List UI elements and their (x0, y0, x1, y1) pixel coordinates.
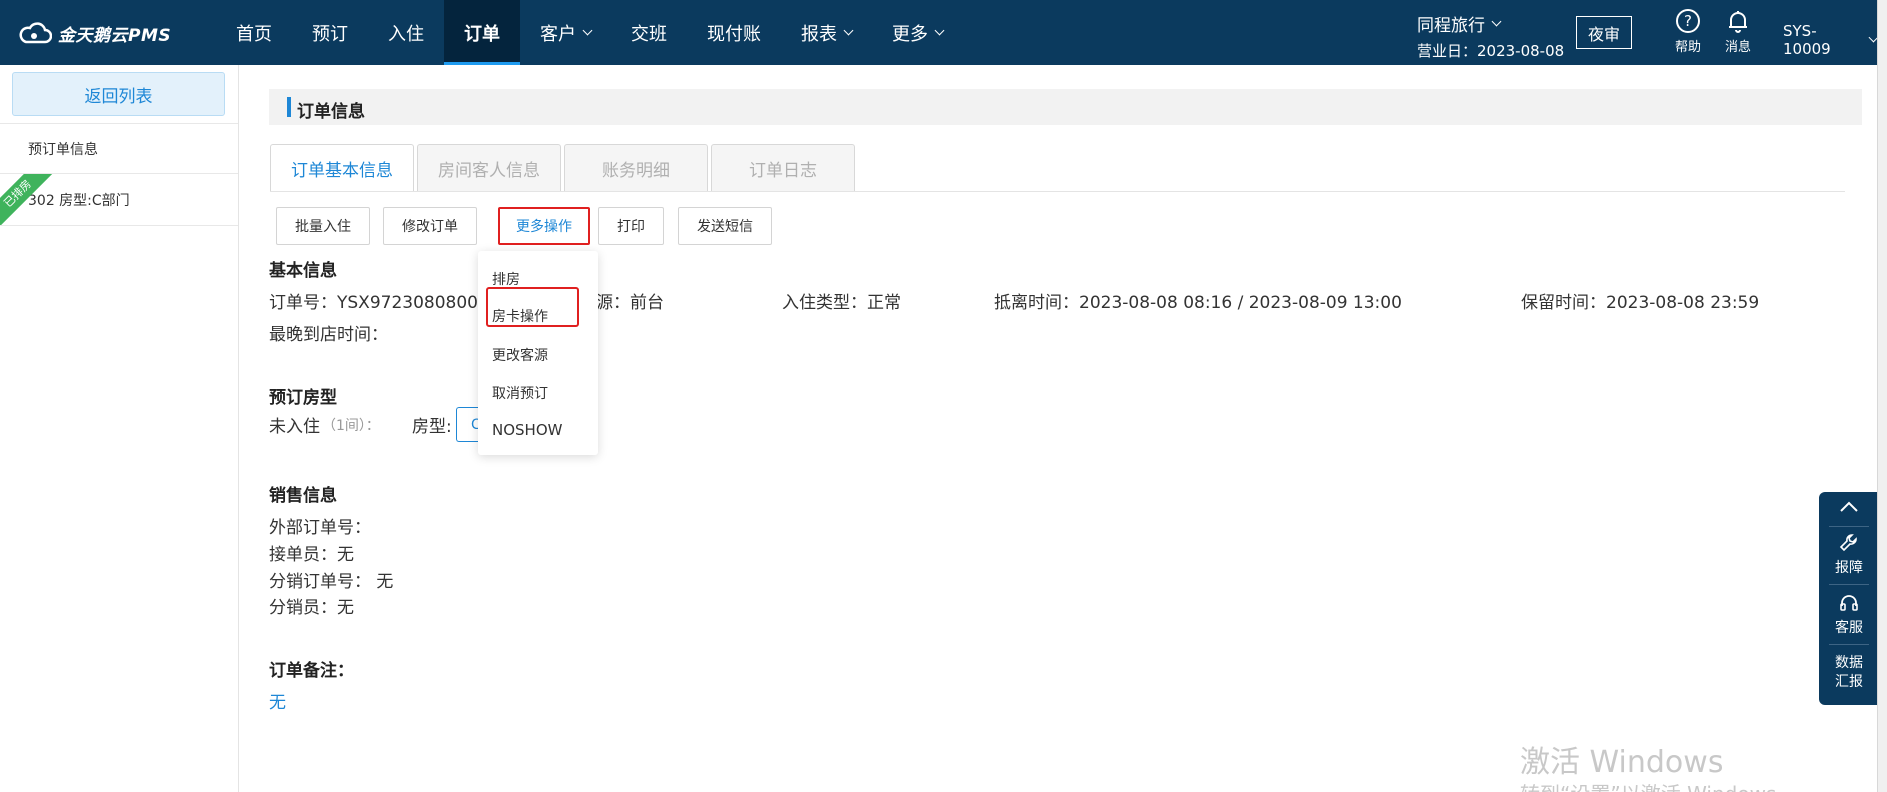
business-date: 营业日：2023-08-08 (1417, 42, 1565, 60)
not-checked-in-label: 未入住 (269, 417, 320, 437)
room-count: （1间）： (322, 418, 380, 434)
order-receiver: 接单员：无 (269, 545, 354, 565)
basic-info-title: 基本信息 (269, 261, 337, 281)
order-number: 订单号：YSX97230808003 (269, 293, 489, 313)
order-remark-title: 订单备注： (269, 661, 354, 681)
booking-info-title: 预订单信息 (0, 123, 238, 174)
room-list-item[interactable]: 已排房 302 房型:C部门 (0, 174, 238, 226)
chevron-down-icon (582, 25, 593, 35)
checkin-type: 入住类型：正常 (782, 293, 901, 313)
wrench-icon (1839, 534, 1857, 552)
hold-time: 保留时间：2023-08-08 23:59 (1521, 293, 1760, 313)
nav-checkin[interactable]: 入住 (368, 0, 444, 65)
latest-arrival-time: 最晚到店时间： (269, 325, 388, 345)
distribution-order-number: 分销订单号： 无 (269, 572, 394, 592)
nav-home[interactable]: 首页 (216, 0, 292, 65)
scroll-top-button[interactable] (1819, 500, 1879, 518)
scrollbar[interactable] (1877, 0, 1887, 792)
dropdown-item-room-card[interactable]: 房卡操作 (492, 306, 548, 326)
order-remark-value[interactable]: 无 (269, 688, 286, 713)
windows-activation-watermark: 激活 Windows (1520, 745, 1724, 780)
nav-booking[interactable]: 预订 (292, 0, 368, 65)
report-issue-button[interactable]: 报障 (1819, 532, 1879, 577)
svg-text:?: ? (1684, 12, 1692, 30)
room-type-label: 房型: (412, 417, 452, 437)
more-actions-button[interactable]: 更多操作 (498, 207, 590, 245)
print-button[interactable]: 打印 (598, 207, 664, 245)
back-to-list-button[interactable]: 返回列表 (12, 72, 225, 116)
hotel-name: 同程旅行 (1417, 16, 1485, 36)
help-button[interactable]: ? 帮助 (1663, 8, 1713, 55)
top-navigation-bar: 金天鹅云PMS 首页 预订 入住 订单 客户 交班 现付账 报表 更多 同程旅行… (0, 0, 1879, 65)
messages-button[interactable]: 消息 (1713, 8, 1763, 55)
help-icon: ? (1676, 9, 1700, 33)
bell-icon (1729, 11, 1747, 33)
stay-time: 抵离时间：2023-08-08 08:16 / 2023-08-09 13:00 (994, 293, 1402, 313)
logo-text: 金天鹅云PMS (58, 25, 172, 46)
send-sms-button[interactable]: 发送短信 (678, 207, 772, 245)
section-title: 订单信息 (297, 102, 365, 122)
chevron-up-icon (1840, 501, 1858, 512)
user-menu[interactable]: SYS-10009 (1783, 22, 1879, 58)
nav-shift[interactable]: 交班 (611, 0, 687, 65)
more-actions-dropdown: 排房 房卡操作 更改客源 取消预订 NOSHOW (478, 251, 598, 455)
booked-room-title: 预订房型 (269, 388, 337, 408)
chevron-down-icon (1491, 16, 1502, 26)
cloud-logo-icon (19, 22, 52, 44)
left-panel: 返回列表 预订单信息 已排房 302 房型:C部门 (0, 65, 239, 792)
data-report-button[interactable]: 数据 汇报 (1819, 654, 1879, 692)
nav-reports[interactable]: 报表 (781, 0, 872, 65)
tab-room-guest-info[interactable]: 房间客人信息 (417, 144, 561, 192)
tab-order-log[interactable]: 订单日志 (711, 144, 855, 192)
batch-checkin-button[interactable]: 批量入住 (276, 207, 370, 245)
logo[interactable]: 金天鹅云PMS (18, 20, 171, 46)
nav-customers[interactable]: 客户 (520, 0, 611, 65)
nav-more[interactable]: 更多 (872, 0, 963, 65)
room-info: 302 房型:C部门 (28, 192, 130, 209)
order-info-header: 订单信息 (269, 89, 1862, 125)
dropdown-item-noshow[interactable]: NOSHOW (492, 421, 562, 439)
chevron-down-icon (934, 25, 945, 35)
windows-activation-hint: 转到“设置”以激活 Windows。 (1520, 778, 1796, 792)
tab-basic-info[interactable]: 订单基本信息 (270, 144, 414, 192)
distributor: 分销员：无 (269, 598, 354, 618)
dropdown-item-change-source[interactable]: 更改客源 (492, 345, 548, 365)
external-order-number: 外部订单号： (269, 518, 371, 538)
night-audit-button[interactable]: 夜审 (1576, 16, 1632, 49)
chevron-down-icon (843, 25, 854, 35)
main-nav: 首页 预订 入住 订单 客户 交班 现付账 报表 更多 (216, 0, 963, 65)
sales-info-title: 销售信息 (269, 486, 337, 506)
modify-order-button[interactable]: 修改订单 (383, 207, 477, 245)
right-float-toolbar: 报障 客服 数据 汇报 (1819, 492, 1879, 705)
customer-service-button[interactable]: 客服 (1819, 592, 1879, 637)
tab-account-detail[interactable]: 账务明细 (564, 144, 708, 192)
hotel-selector[interactable]: 同程旅行 营业日：2023-08-08 (1417, 11, 1564, 61)
order-tabs: 订单基本信息 房间客人信息 账务明细 订单日志 (270, 144, 855, 192)
dropdown-item-assign-room[interactable]: 排房 (492, 269, 520, 289)
user-name: SYS-10009 (1783, 22, 1831, 58)
dropdown-item-cancel-booking[interactable]: 取消预订 (492, 383, 548, 403)
nav-orders[interactable]: 订单 (444, 0, 520, 65)
nav-cash-account[interactable]: 现付账 (687, 0, 781, 65)
headset-icon (1840, 595, 1858, 611)
